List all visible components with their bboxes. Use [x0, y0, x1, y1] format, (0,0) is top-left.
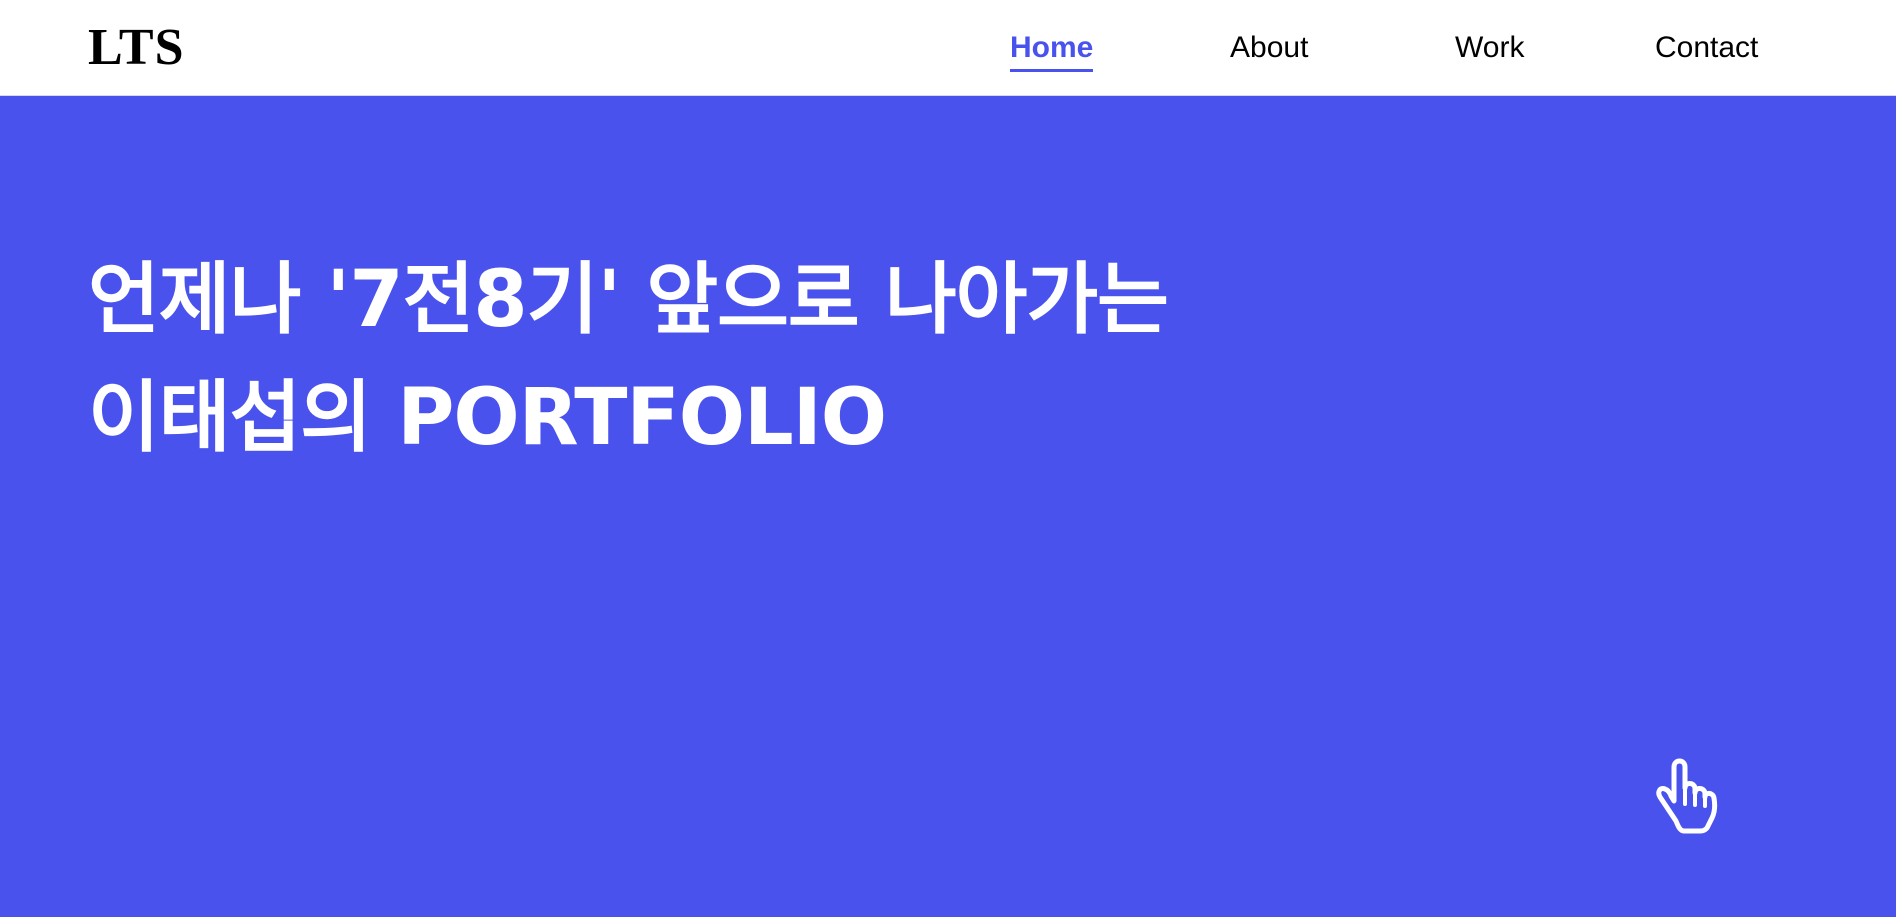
nav-link-home[interactable]: Home: [1010, 30, 1094, 72]
hand-pointer-svg: [1656, 758, 1718, 834]
hand-pointer-icon[interactable]: [1640, 749, 1730, 839]
site-logo[interactable]: LTS: [88, 18, 185, 78]
hero-section: 언제나 '7전8기' 앞으로 나아가는 이태섭의 PORTFOLIO: [0, 96, 1896, 917]
hero-title-line-2: 이태섭의 PORTFOLIO: [88, 373, 887, 463]
hero-title-line-1: 언제나 '7전8기' 앞으로 나아가는: [88, 255, 1169, 345]
nav-link-home-label: Home: [1010, 31, 1094, 64]
nav-link-about[interactable]: About: [1230, 30, 1308, 66]
active-nav-underline: [1010, 69, 1094, 72]
site-header: LTS Home About Work Contact: [0, 0, 1896, 96]
hero-title: 언제나 '7전8기' 앞으로 나아가는 이태섭의 PORTFOLIO: [88, 241, 1169, 477]
nav-link-contact[interactable]: Contact: [1655, 30, 1758, 66]
nav-link-work[interactable]: Work: [1455, 30, 1524, 66]
